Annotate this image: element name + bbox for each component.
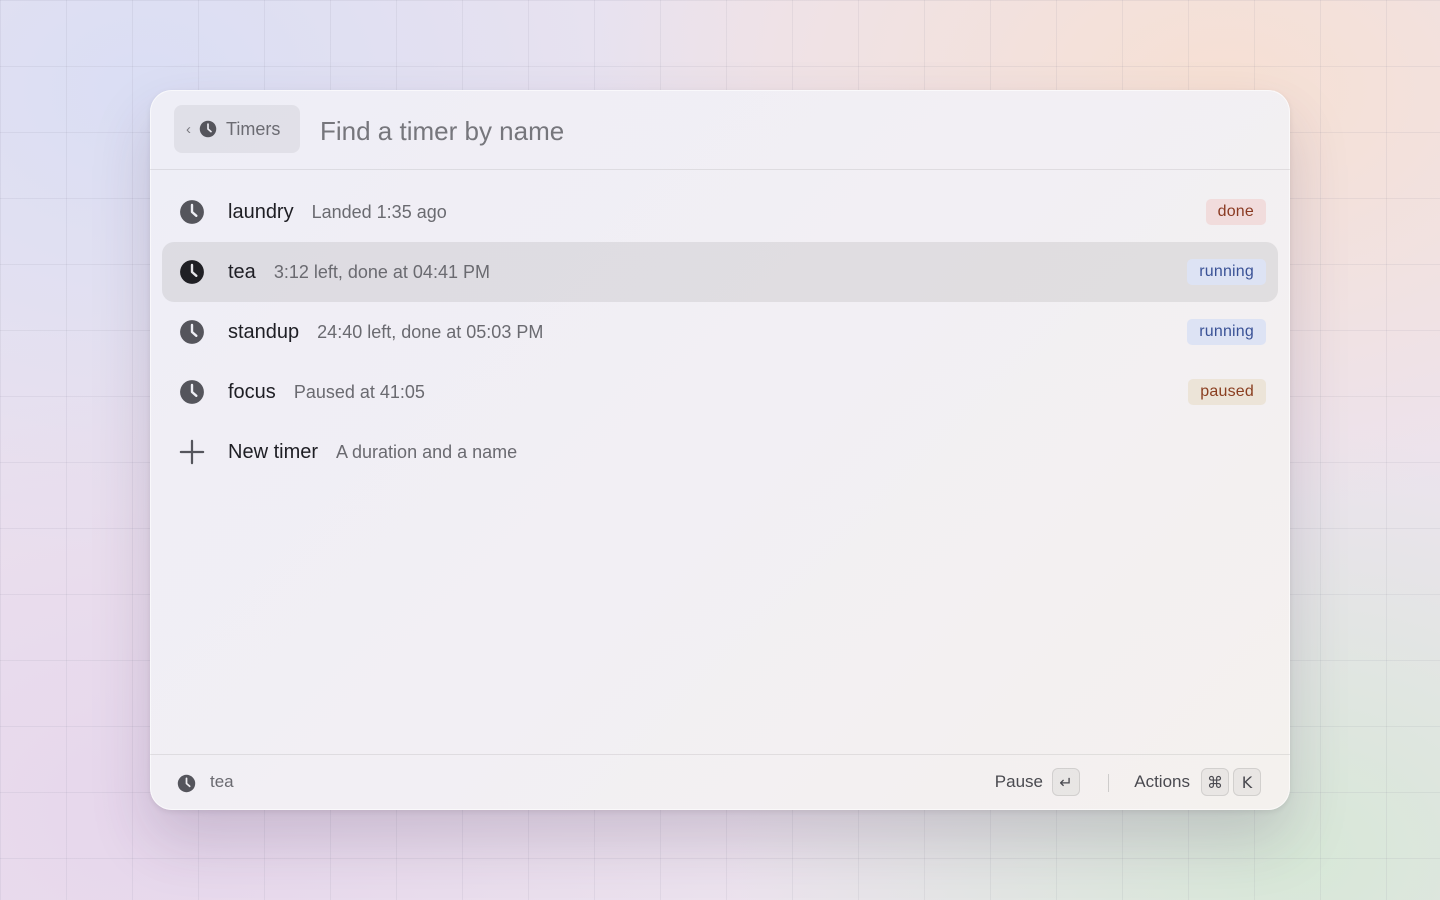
timer-subtitle: Paused at 41:05 (293, 381, 425, 402)
timer-subtitle: 24:40 left, done at 05:03 PM (317, 321, 544, 342)
clock-icon (179, 199, 205, 225)
row-text: tea 3:12 left, done at 04:41 PM (228, 242, 490, 302)
row-text: focus Paused at 41:05 (228, 362, 425, 422)
timer-title: tea (228, 260, 256, 283)
status-badge: paused (1188, 379, 1266, 405)
plus-icon (179, 439, 205, 465)
palette-header: ‹ Timers (150, 90, 1290, 170)
palette-footer: tea Pause ↵ Actions ⌘ K (150, 754, 1290, 810)
timer-row-standup[interactable]: standup 24:40 left, done at 05:03 PM run… (162, 302, 1278, 362)
footer-divider (1108, 774, 1109, 792)
timer-row-tea[interactable]: tea 3:12 left, done at 04:41 PM running (162, 242, 1278, 302)
command-palette-window: ‹ Timers laundry Landed 1:35 ago (150, 90, 1290, 810)
timer-subtitle: 3:12 left, done at 04:41 PM (273, 261, 490, 282)
timer-row-focus[interactable]: focus Paused at 41:05 paused (162, 362, 1278, 422)
clock-icon (179, 379, 205, 405)
status-badge: done (1205, 199, 1266, 225)
pause-action-button[interactable]: Pause ↵ (995, 768, 1080, 796)
search-input[interactable] (318, 108, 1222, 154)
timer-list: laundry Landed 1:35 ago done tea 3:12 le… (162, 182, 1278, 482)
chevron-left-icon: ‹ (186, 120, 191, 138)
back-label: Timers (226, 118, 281, 139)
status-badge: running (1187, 259, 1266, 285)
k-key-icon: K (1233, 768, 1261, 796)
status-badge: running (1187, 319, 1266, 345)
desktop-background: ‹ Timers laundry Landed 1:35 ago (0, 0, 1440, 900)
back-to-timers-button[interactable]: ‹ Timers (174, 105, 300, 153)
clock-icon (179, 319, 205, 345)
row-text: standup 24:40 left, done at 05:03 PM (228, 302, 543, 362)
primary-action-label: Pause (994, 772, 1043, 791)
timer-row-laundry[interactable]: laundry Landed 1:35 ago done (162, 182, 1278, 242)
actions-menu-button[interactable]: Actions ⌘ K (1134, 768, 1261, 796)
clock-icon (199, 120, 217, 138)
new-timer-subtitle: A duration and a name (336, 441, 518, 462)
timer-title: focus (228, 380, 276, 403)
clock-icon (179, 259, 205, 285)
row-text: laundry Landed 1:35 ago (228, 182, 447, 242)
timer-subtitle: Landed 1:35 ago (311, 201, 447, 222)
timer-title: laundry (228, 200, 294, 223)
new-timer-row[interactable]: New timer A duration and a name (162, 422, 1278, 482)
row-text: New timer A duration and a name (228, 422, 517, 482)
new-timer-title: New timer (228, 440, 319, 463)
clock-icon (177, 774, 196, 793)
secondary-action-label: Actions (1134, 772, 1190, 791)
command-key-icon: ⌘ (1201, 768, 1229, 796)
selected-item-label: tea (210, 772, 234, 791)
return-key-icon: ↵ (1052, 768, 1080, 796)
timer-title: standup (228, 320, 300, 343)
